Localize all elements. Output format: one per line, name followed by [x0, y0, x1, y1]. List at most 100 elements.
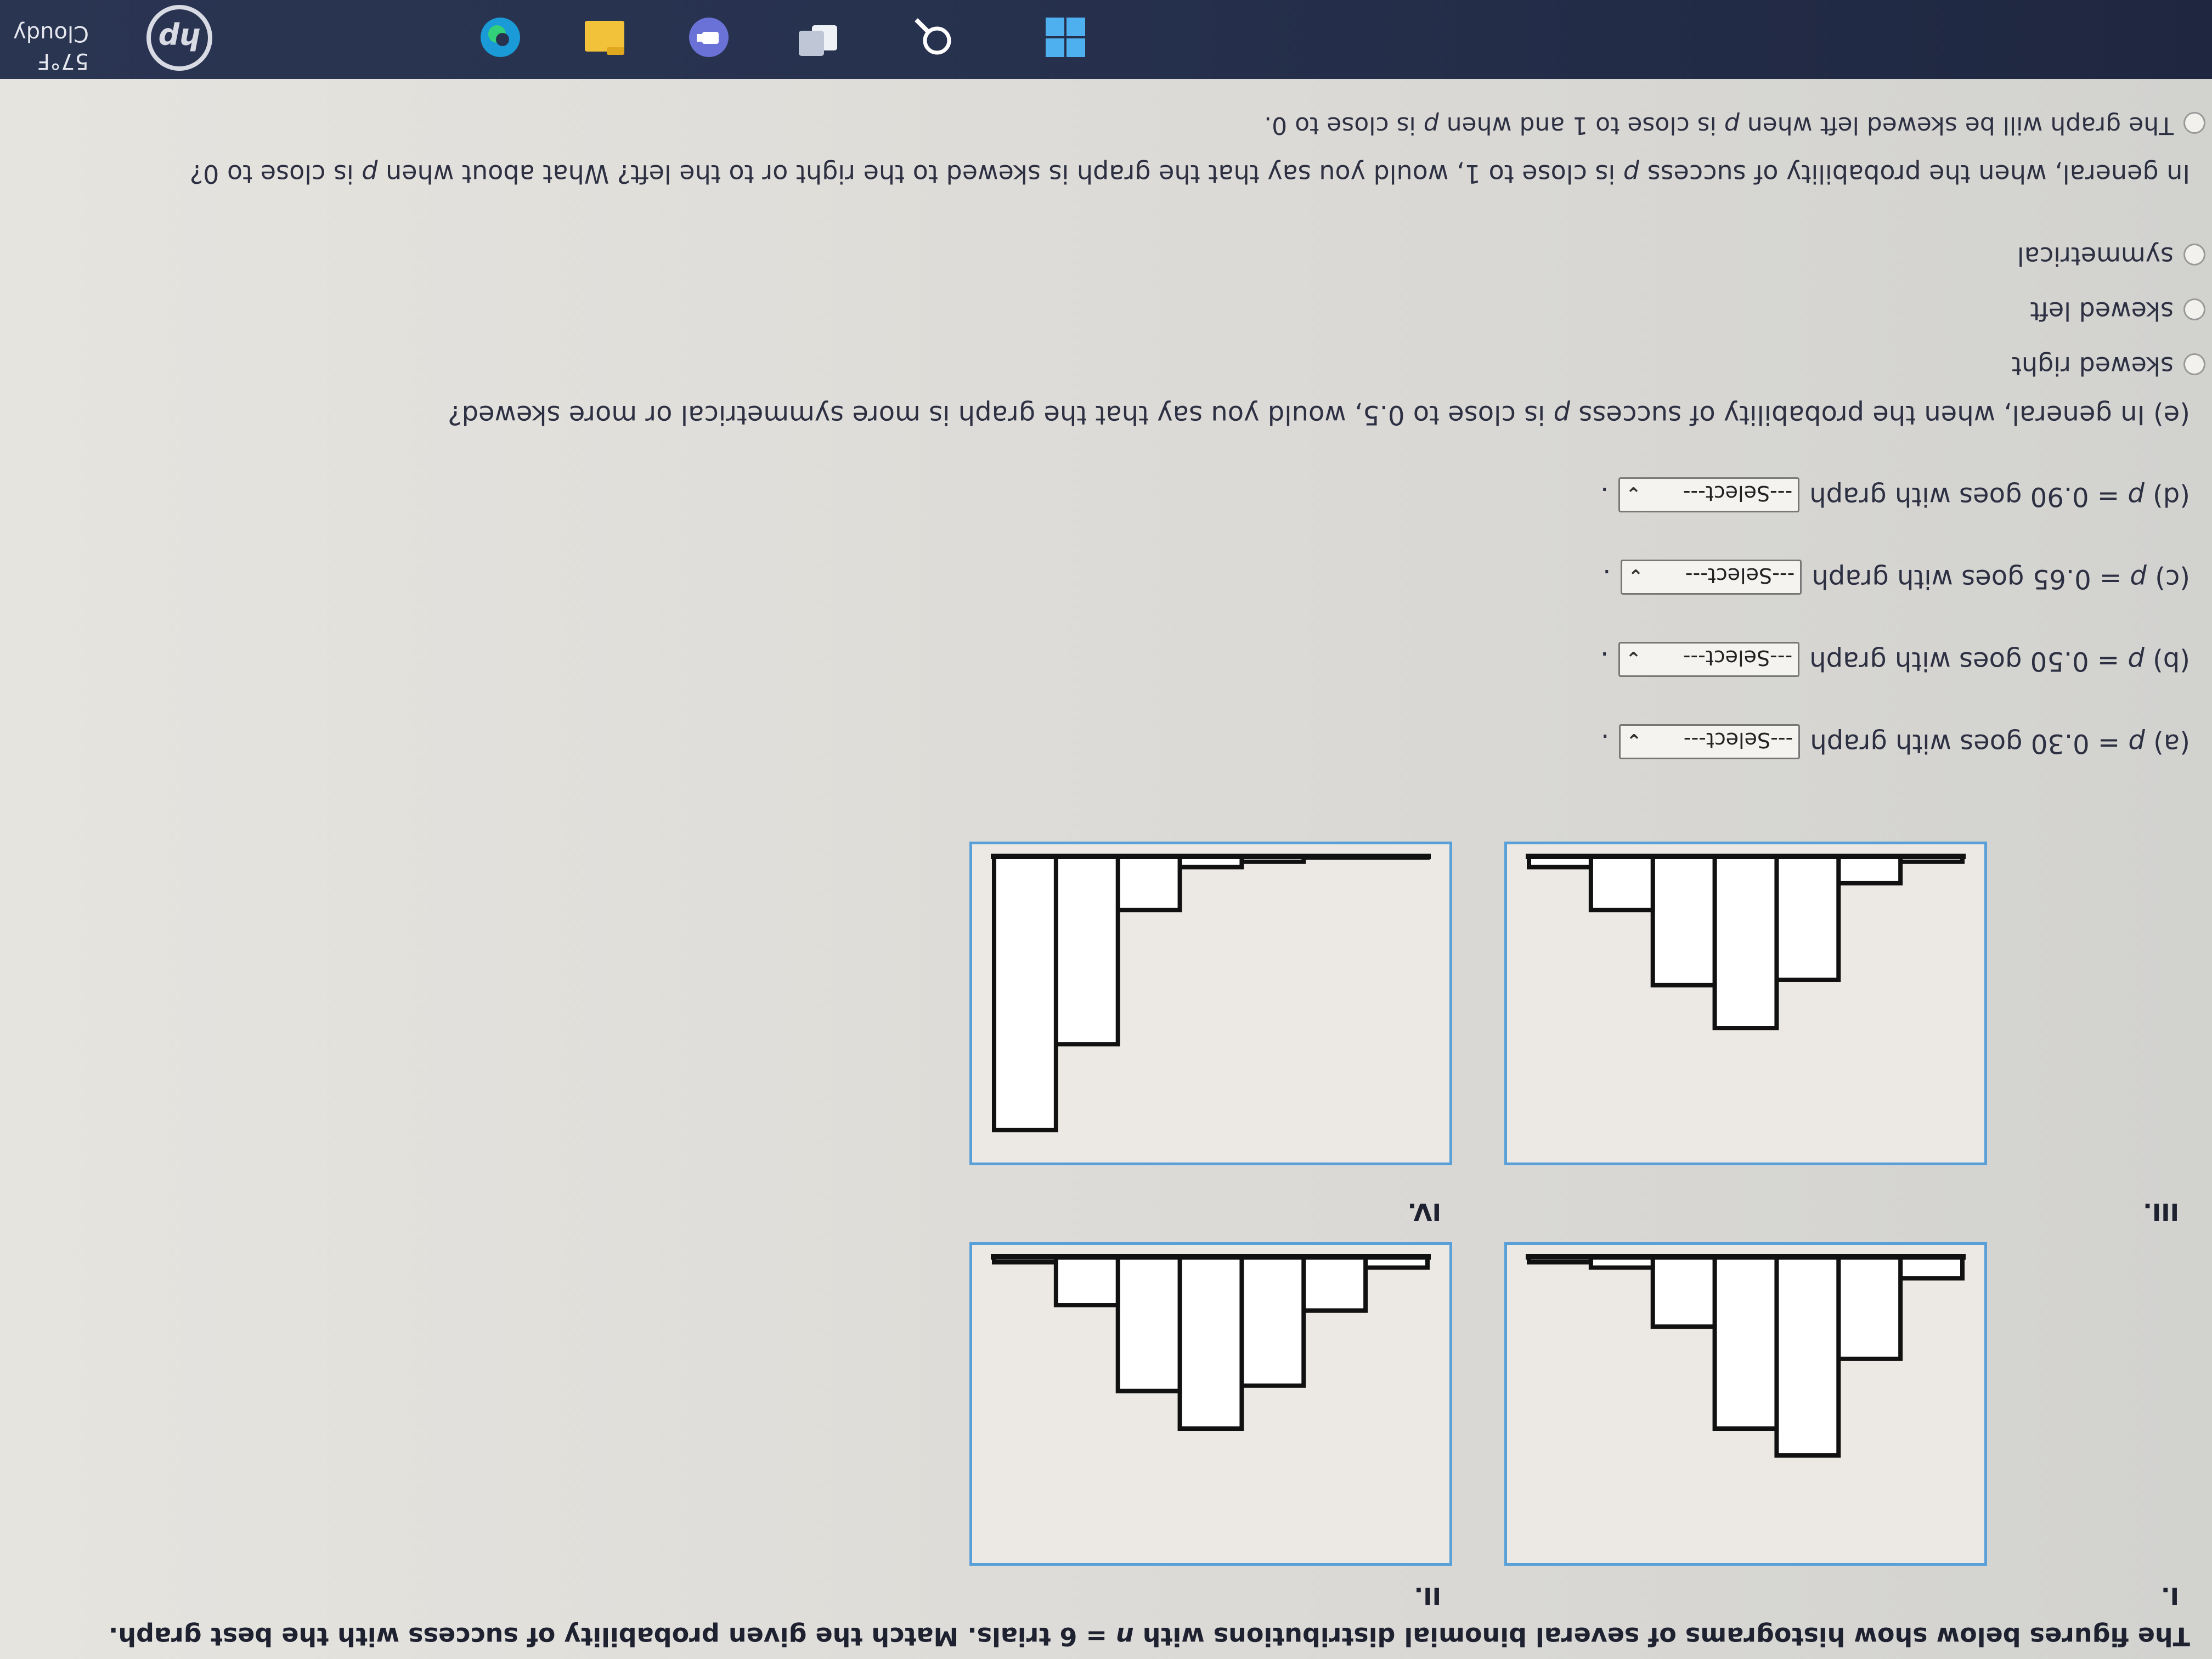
- edge-browser-icon[interactable]: [478, 15, 522, 59]
- option-skewed-right-label: skewed right: [2011, 351, 2174, 381]
- graph-select-b-value: ---Select---: [1683, 646, 1793, 670]
- q-b-p: p: [2128, 646, 2145, 676]
- histogram-iii-svg: [1526, 854, 1966, 1031]
- search-icon[interactable]: [912, 15, 956, 59]
- question-c: (c) p = 0.65 goes with graph ---Select---…: [1602, 560, 2190, 595]
- intro-n: n: [1115, 1622, 1134, 1651]
- histogram-bar: [1115, 854, 1182, 912]
- chevron-down-icon: ⌄: [1626, 729, 1642, 751]
- histogram-bar: [1836, 854, 1903, 885]
- graph-select-c[interactable]: ---Select--- ⌄: [1621, 560, 1802, 595]
- option-skewed-left[interactable]: skewed left: [2030, 296, 2205, 326]
- chevron-down-icon: ⌄: [1626, 647, 1641, 669]
- q-a-end: .: [1601, 728, 1610, 759]
- q-b-end: .: [1600, 646, 1609, 676]
- graph-select-a-value: ---Select---: [1683, 728, 1793, 752]
- search-icon-svg: [915, 18, 951, 55]
- radio-skewed-left[interactable]: [2183, 298, 2205, 320]
- task-view-icon[interactable]: [797, 15, 840, 59]
- graph-label-iv: IV.: [1407, 1198, 1441, 1226]
- histogram-bar: [1588, 854, 1655, 912]
- option-f-1-text-3: is close to 0.: [1264, 111, 1424, 139]
- radio-symmetrical[interactable]: [2183, 244, 2205, 266]
- option-symmetrical-label: symmetrical: [2017, 241, 2174, 271]
- histogram-bar: [1115, 1254, 1182, 1393]
- q-e-text-2: is close to 0.5, would you say that the …: [448, 399, 1554, 430]
- histogram-ii: [969, 1242, 1452, 1566]
- q-e-text-1: (e) In general, when the probability of …: [1570, 399, 2190, 430]
- q-d-text: = 0.90 goes with graph: [1809, 481, 2128, 512]
- histogram-iv: [969, 842, 1452, 1165]
- q-d-prefix: (d): [2144, 481, 2190, 512]
- q-f-text-2: is close to 1, would you say that the gr…: [377, 159, 1623, 189]
- question-page: The figures below show histograms of sev…: [0, 79, 2212, 1659]
- rotated-photo-stage: The figures below show histograms of sev…: [0, 0, 2212, 1659]
- q-d-p: p: [2128, 481, 2145, 512]
- windows-start-icon[interactable]: [1043, 15, 1087, 59]
- q-f-text-3: is close to 0?: [189, 159, 362, 189]
- weather-condition: Cloudy: [13, 21, 89, 46]
- histogram-bar: [1177, 1255, 1244, 1431]
- option-skewed-right[interactable]: skewed right: [2011, 351, 2205, 381]
- histogram-bar: [1053, 854, 1120, 1047]
- histogram-i-svg: [1526, 1254, 1966, 1458]
- option-f-1[interactable]: The graph will be skewed left when p is …: [1264, 111, 2205, 139]
- histogram-bar: [991, 854, 1058, 1132]
- q-b-text: = 0.50 goes with graph: [1809, 646, 2128, 676]
- option-f-1-p2: p: [1423, 111, 1439, 139]
- histogram-bar: [1774, 1255, 1841, 1458]
- graph-select-a[interactable]: ---Select--- ⌄: [1619, 724, 1801, 759]
- histogram-bar: [1712, 854, 1779, 1031]
- question-a: (a) p = 0.30 goes with graph ---Select---…: [1601, 724, 2190, 759]
- graph-select-b[interactable]: ---Select--- ⌄: [1618, 642, 1800, 677]
- weather-temperature: 57°F: [37, 48, 89, 74]
- question-d: (d) p = 0.90 goes with graph ---Select---…: [1600, 477, 2190, 512]
- hp-logo-icon: hp: [146, 5, 212, 71]
- histogram-bar: [1898, 1254, 1965, 1281]
- option-skewed-left-label: skewed left: [2030, 296, 2174, 326]
- intro-part-1: The figures below show histograms of sev…: [1133, 1622, 2190, 1651]
- histogram-i: [1504, 1242, 1987, 1566]
- q-f-p2: p: [362, 159, 378, 189]
- task-view-svg: [799, 25, 837, 56]
- q-c-end: .: [1602, 563, 1611, 594]
- question-b: (b) p = 0.50 goes with graph ---Select---…: [1600, 642, 2190, 677]
- chevron-down-icon: ⌄: [1628, 565, 1644, 586]
- graph-label-i: I.: [2160, 1582, 2179, 1610]
- q-a-p: p: [2128, 728, 2145, 759]
- graph-select-d[interactable]: ---Select--- ⌄: [1618, 477, 1800, 512]
- histogram-iii: [1504, 842, 1987, 1165]
- edge-browser-svg: [481, 18, 520, 57]
- q-f-text-1: In general, when the probability of succ…: [1639, 159, 2190, 189]
- histogram-bar: [1301, 1254, 1368, 1313]
- q-c-text: = 0.65 goes with graph: [1812, 563, 2130, 594]
- graph-label-iii: III.: [2143, 1198, 2179, 1226]
- option-f-1-text-1: The graph will be skewed left when: [1739, 111, 2174, 139]
- file-explorer-icon[interactable]: [583, 15, 627, 59]
- weather-widget[interactable]: 57°F Cloudy: [13, 20, 89, 75]
- radio-skewed-right[interactable]: [2183, 353, 2205, 375]
- q-e-p: p: [1553, 399, 1571, 430]
- chevron-down-icon: ⌄: [1626, 482, 1641, 504]
- histogram-bar: [1774, 854, 1841, 982]
- option-f-1-p: p: [1724, 111, 1740, 139]
- histogram-bar: [1239, 1255, 1306, 1388]
- histogram-bar: [1712, 1255, 1779, 1431]
- histogram-bar: [1650, 1255, 1717, 1329]
- q-b-prefix: (b): [2144, 646, 2190, 676]
- intro-text: The figures below show histograms of sev…: [109, 1622, 2190, 1651]
- radio-f-1[interactable]: [2183, 112, 2205, 134]
- graph-label-ii: II.: [1414, 1582, 1441, 1610]
- option-symmetrical[interactable]: symmetrical: [2017, 241, 2205, 271]
- teams-chat-icon[interactable]: [687, 15, 731, 59]
- hp-logo: hp: [144, 0, 215, 74]
- graph-select-c-value: ---Select---: [1685, 563, 1795, 588]
- windows-logo-svg: [1046, 18, 1085, 57]
- teams-chat-svg: [689, 18, 729, 57]
- intro-part-2: = 6 trials. Match the given probability …: [108, 1622, 1116, 1651]
- file-explorer-svg: [585, 21, 624, 55]
- question-f: In general, when the probability of succ…: [190, 159, 2190, 189]
- svg-text:hp: hp: [158, 21, 200, 56]
- q-a-prefix: (a): [2145, 728, 2190, 759]
- histogram-iv-svg: [991, 854, 1431, 1132]
